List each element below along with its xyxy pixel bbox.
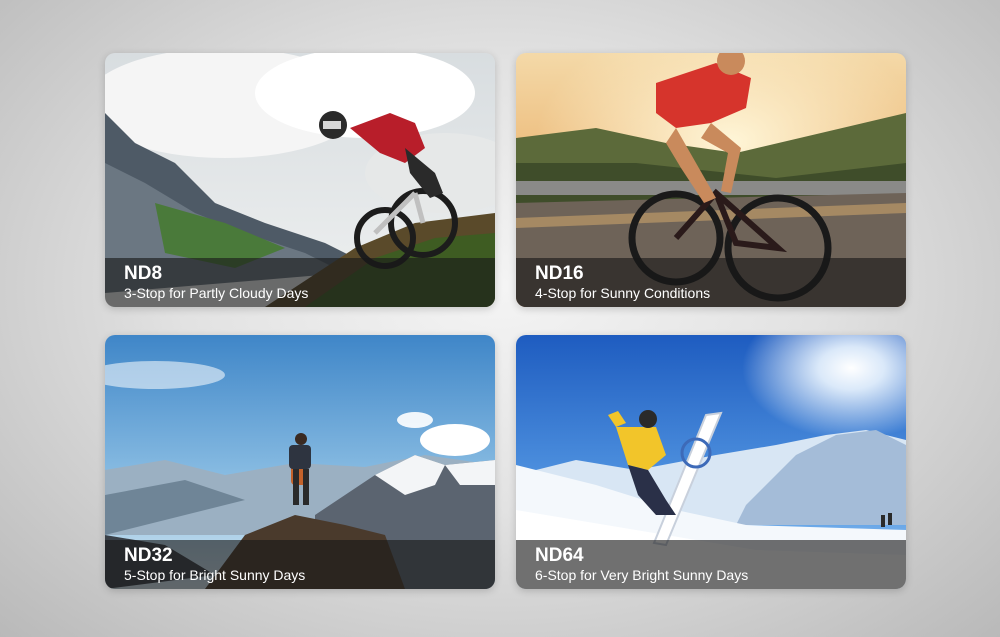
card-title: ND16: [535, 263, 584, 284]
caption-bar: ND16 4-Stop for Sunny Conditions: [516, 258, 906, 307]
caption-bar: ND32 5-Stop for Bright Sunny Days: [105, 540, 495, 589]
card-title: ND64: [535, 545, 584, 566]
caption-bar: ND8 3-Stop for Partly Cloudy Days: [105, 258, 495, 307]
nd16-card[interactable]: ND16 4-Stop for Sunny Conditions: [516, 53, 906, 307]
nd8-card[interactable]: ND8 3-Stop for Partly Cloudy Days: [105, 53, 495, 307]
card-subtitle: 4-Stop for Sunny Conditions: [535, 285, 711, 301]
card-title: ND8: [124, 263, 163, 284]
card-title: ND32: [124, 545, 173, 566]
card-subtitle: 3-Stop for Partly Cloudy Days: [124, 285, 309, 301]
nd64-card[interactable]: ND64 6-Stop for Very Bright Sunny Days: [516, 335, 906, 589]
nd32-card[interactable]: ND32 5-Stop for Bright Sunny Days: [105, 335, 495, 589]
card-subtitle: 5-Stop for Bright Sunny Days: [124, 567, 306, 583]
caption-bar: ND64 6-Stop for Very Bright Sunny Days: [516, 540, 906, 589]
card-subtitle: 6-Stop for Very Bright Sunny Days: [535, 567, 749, 583]
